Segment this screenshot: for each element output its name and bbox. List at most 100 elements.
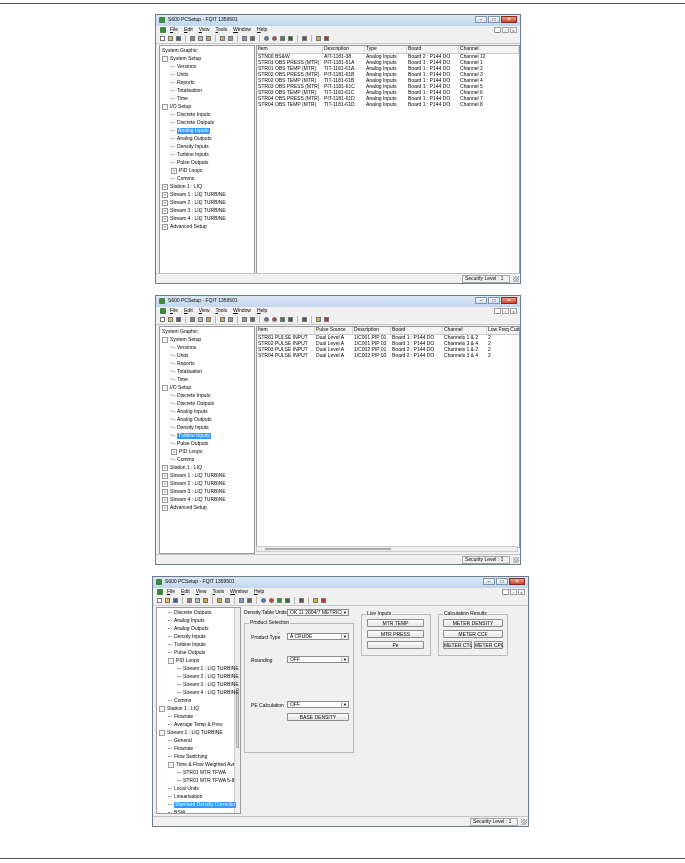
- column-header[interactable]: Description: [323, 46, 365, 53]
- connect-icon[interactable]: [219, 316, 226, 323]
- mdi-restore-button[interactable]: ▫: [502, 27, 509, 33]
- chevron-down-icon[interactable]: ▼: [341, 702, 348, 707]
- copy-icon[interactable]: [197, 316, 204, 323]
- resize-grip[interactable]: [513, 557, 519, 563]
- navigation-tree[interactable]: System Graphic - System Setup Versions Units…: [159, 45, 255, 279]
- tree-vertical-scrollbar[interactable]: [234, 608, 240, 813]
- cut-icon[interactable]: [189, 316, 196, 323]
- terminal-icon[interactable]: [249, 35, 256, 42]
- arrow-icon[interactable]: [284, 597, 291, 604]
- new-icon[interactable]: [159, 35, 166, 42]
- circle-icon[interactable]: [260, 597, 267, 604]
- tree-item[interactable]: Totalisation: [171, 87, 202, 95]
- tree-item[interactable]: Comms: [168, 697, 191, 705]
- maximize-button[interactable]: □: [496, 578, 508, 585]
- tree-item[interactable]: - I/O Setup: [162, 103, 191, 111]
- mdi-minimize-button[interactable]: _: [494, 27, 501, 33]
- menu-tools[interactable]: Tools: [212, 589, 224, 595]
- tree-item[interactable]: Units: [171, 352, 188, 360]
- chevron-down-icon[interactable]: ▼: [341, 657, 348, 662]
- tree-item[interactable]: Discrete Outputs: [171, 400, 214, 408]
- open-icon[interactable]: [164, 597, 171, 604]
- menu-file[interactable]: File: [170, 27, 178, 33]
- expand-icon[interactable]: +: [162, 488, 168, 495]
- tree-item[interactable]: General: [168, 737, 192, 745]
- tree-item[interactable]: + Stream 4 : LIQ TURBINE: [162, 215, 226, 223]
- tree-item[interactable]: Analog Outputs: [171, 135, 211, 143]
- column-header[interactable]: Channel: [443, 327, 487, 334]
- menu-view[interactable]: View: [196, 589, 207, 595]
- tree-item[interactable]: Turbine Inputs: [171, 432, 211, 440]
- column-header[interactable]: Board: [391, 327, 443, 334]
- compare-icon[interactable]: [238, 597, 245, 604]
- tree-item[interactable]: Turbine Inputs: [168, 641, 206, 649]
- print-icon[interactable]: [298, 597, 305, 604]
- tree-item[interactable]: + Stream 1 : LIQ TURBINE: [162, 191, 226, 199]
- compare-icon[interactable]: [241, 35, 248, 42]
- expand-icon[interactable]: +: [162, 183, 168, 190]
- table-row[interactable]: STR04 PULSE INPUT Dual Level A 1/C002 PIP …: [257, 353, 519, 359]
- tree-item[interactable]: Stream 2 : LIQ TURBINE: [177, 673, 239, 681]
- tree-item[interactable]: Time: [171, 95, 188, 103]
- tree-item[interactable]: Discrete Outputs: [171, 119, 214, 127]
- column-header[interactable]: Pulse Source: [315, 327, 353, 334]
- tree-item[interactable]: + Stream 2 : LIQ TURBINE: [162, 199, 226, 207]
- scrollbar-thumb[interactable]: [265, 548, 391, 550]
- menu-help[interactable]: Help: [257, 27, 267, 33]
- tree-item[interactable]: + Stream 2 : LIQ TURBINE: [162, 480, 226, 488]
- paste-icon[interactable]: [205, 316, 212, 323]
- collapse-icon[interactable]: -: [162, 384, 168, 391]
- terminal-icon[interactable]: [249, 316, 256, 323]
- save-icon[interactable]: [172, 597, 179, 604]
- disconnect-icon[interactable]: [224, 597, 231, 604]
- tree-item[interactable]: Pulse Outputs: [171, 159, 208, 167]
- collapse-icon[interactable]: -: [168, 657, 174, 664]
- connect-icon[interactable]: [219, 35, 226, 42]
- mdi-restore-button[interactable]: ▫: [502, 308, 509, 314]
- expand-icon[interactable]: +: [162, 215, 168, 222]
- tree-item[interactable]: - System Setup: [162, 336, 201, 344]
- pe-button[interactable]: Pe: [367, 641, 424, 649]
- tree-item[interactable]: + Stream 3 : LIQ TURBINE: [162, 207, 226, 215]
- stop-icon[interactable]: [268, 597, 275, 604]
- mtr-temp-button[interactable]: MTR TEMP: [367, 619, 424, 627]
- tree-item[interactable]: Standard Density Correctio: [168, 801, 237, 809]
- collapse-icon[interactable]: -: [162, 55, 168, 62]
- expand-icon[interactable]: +: [162, 480, 168, 487]
- cut-icon[interactable]: [186, 597, 193, 604]
- menu-edit[interactable]: Edit: [184, 27, 193, 33]
- meter-density-button[interactable]: METER DENSITY: [443, 619, 503, 627]
- minimize-button[interactable]: –: [475, 297, 487, 304]
- expand-icon[interactable]: +: [162, 199, 168, 206]
- tree-item[interactable]: Turbine Inputs: [171, 151, 209, 159]
- analog-inputs-grid[interactable]: Item Description Type Board Channel STN00 BS…: [256, 45, 520, 279]
- tree-item[interactable]: Pulse Outputs: [168, 649, 205, 657]
- tree-item[interactable]: + Advanced Setup: [162, 223, 207, 231]
- column-header[interactable]: Board: [407, 46, 459, 53]
- close-button[interactable]: ✕: [501, 16, 517, 23]
- menu-view[interactable]: View: [199, 308, 210, 314]
- arrow-icon[interactable]: [287, 35, 294, 42]
- tree-item[interactable]: + PID Loops: [171, 167, 202, 175]
- tree-item[interactable]: STR01 MTR TFWA: [177, 769, 226, 777]
- expand-icon[interactable]: +: [162, 191, 168, 198]
- menu-tools[interactable]: Tools: [215, 308, 227, 314]
- tree-item[interactable]: Versions: [171, 344, 196, 352]
- pointer-icon[interactable]: [323, 35, 330, 42]
- save-icon[interactable]: [175, 316, 182, 323]
- scrollbar-thumb[interactable]: [236, 688, 239, 748]
- tree-item[interactable]: Discrete Inputs: [171, 392, 210, 400]
- copy-icon[interactable]: [197, 35, 204, 42]
- tree-item[interactable]: Comms: [171, 456, 194, 464]
- tree-item[interactable]: Units: [171, 71, 188, 79]
- menu-edit[interactable]: Edit: [181, 589, 190, 595]
- help-icon[interactable]: [312, 597, 319, 604]
- mtr-press-button[interactable]: MTR PRESS: [367, 630, 424, 638]
- print-icon[interactable]: [301, 35, 308, 42]
- arrow-icon[interactable]: [287, 316, 294, 323]
- tree-item[interactable]: + Stream 4 : LIQ TURBINE: [162, 496, 226, 504]
- mdi-restore-button[interactable]: ▫: [510, 589, 517, 595]
- help-icon[interactable]: [315, 35, 322, 42]
- expand-icon[interactable]: +: [162, 223, 168, 230]
- tree-item[interactable]: - PID Loops: [168, 657, 199, 665]
